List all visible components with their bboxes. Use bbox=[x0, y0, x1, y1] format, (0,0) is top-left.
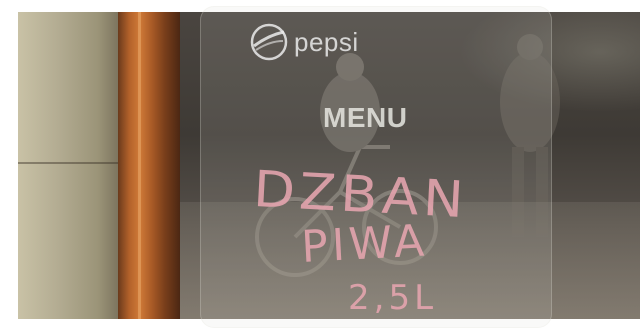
window-frame bbox=[118, 12, 180, 319]
pepsi-logo-text: pepsi bbox=[294, 26, 359, 57]
chalk-line-3: 2,5L bbox=[348, 278, 438, 318]
pepsi-globe-icon bbox=[250, 23, 288, 61]
pepsi-logo: pepsi bbox=[250, 22, 390, 62]
wall bbox=[18, 12, 118, 319]
menu-title: MENU bbox=[323, 102, 408, 133]
chalk-line-2: PIWA bbox=[300, 215, 430, 273]
